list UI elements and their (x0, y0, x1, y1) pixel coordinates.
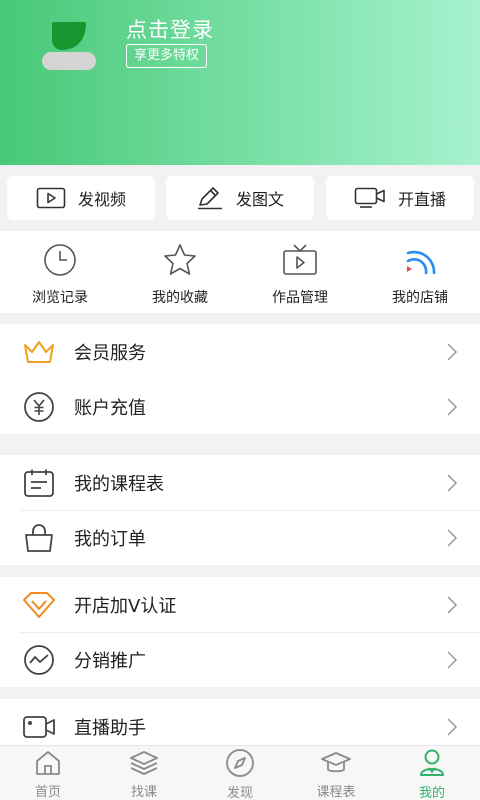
live-camera-icon (354, 187, 385, 208)
profile-screen: 点击登录 享更多特权 发视频 发图文 开直播 浏览记录 我的收藏 作品管理 我的… (0, 0, 480, 800)
chevron-right-icon (447, 596, 458, 614)
menu-group-account: 会员服务 账户充值 (0, 324, 480, 434)
shortcut-store-label: 我的店铺 (392, 290, 448, 306)
tab-find-course[interactable]: 找课 (96, 748, 192, 800)
menu-recharge-label: 账户充值 (74, 397, 146, 419)
privilege-badge[interactable]: 享更多特权 (126, 44, 208, 68)
shopping-bag-icon (25, 524, 53, 552)
bottom-tab-bar: 首页 找课 发现 课程表 我的 (0, 745, 480, 800)
tab-home[interactable]: 首页 (0, 748, 96, 800)
menu-live-assistant[interactable]: 直播助手 (0, 699, 480, 745)
post-article-button[interactable]: 发图文 (166, 176, 314, 220)
diamond-v-icon (23, 592, 55, 618)
chevron-right-icon (447, 474, 458, 492)
pen-icon (197, 187, 222, 210)
shortcut-favorites[interactable]: 我的收藏 (120, 241, 240, 309)
trend-chart-icon (24, 645, 54, 675)
menu-recharge[interactable]: 账户充值 (0, 379, 480, 434)
menu-v-certify-label: 开店加V认证 (74, 595, 177, 617)
clock-icon (44, 244, 76, 276)
shortcut-grid: 浏览记录 我的收藏 作品管理 我的店铺 (0, 231, 480, 313)
menu-orders-label: 我的订单 (74, 528, 146, 550)
graduation-cap-icon (321, 751, 351, 772)
avatar[interactable] (40, 20, 100, 74)
star-icon (164, 244, 196, 275)
shortcut-history-label: 浏览记录 (32, 290, 88, 306)
compass-icon (226, 749, 254, 777)
video-camera-icon (23, 716, 55, 738)
menu-v-certify[interactable]: 开店加V认证 (0, 577, 480, 632)
shortcut-works[interactable]: 作品管理 (240, 241, 360, 309)
menu-membership[interactable]: 会员服务 (0, 324, 480, 379)
user-icon (420, 749, 444, 776)
menu-live-assistant-label: 直播助手 (74, 717, 146, 739)
post-video-button[interactable]: 发视频 (7, 176, 155, 220)
yen-coin-icon (24, 392, 54, 422)
shortcut-store[interactable]: 我的店铺 (360, 241, 480, 309)
calendar-icon (24, 469, 54, 497)
login-title[interactable]: 点击登录 (126, 14, 214, 44)
post-video-label: 发视频 (77, 190, 126, 209)
tab-find-course-label: 找课 (130, 785, 157, 800)
quick-actions: 发视频 发图文 开直播 (0, 165, 480, 231)
menu-distribution[interactable]: 分销推广 (0, 632, 480, 687)
menu-schedule-label: 我的课程表 (74, 473, 164, 495)
avatar-icon (42, 22, 96, 70)
shortcut-favorites-label: 我的收藏 (152, 290, 208, 306)
menu-group-learning: 我的课程表 我的订单 (0, 455, 480, 565)
chevron-right-icon (447, 651, 458, 669)
tab-home-label: 首页 (34, 785, 61, 800)
menu-membership-label: 会员服务 (74, 342, 146, 364)
shortcut-works-label: 作品管理 (272, 290, 328, 306)
chevron-right-icon (447, 343, 458, 361)
chevron-right-icon (447, 718, 458, 736)
menu-schedule[interactable]: 我的课程表 (0, 455, 480, 510)
shortcut-history[interactable]: 浏览记录 (0, 241, 120, 309)
profile-header: 点击登录 享更多特权 (0, 0, 480, 165)
menu-group-live: 直播助手 (0, 699, 480, 745)
crown-icon (24, 341, 54, 363)
menu-orders[interactable]: 我的订单 (0, 510, 480, 565)
tab-discover-label: 发现 (226, 786, 253, 800)
tv-icon (283, 244, 317, 275)
video-play-icon (36, 187, 66, 209)
menu-group-business: 开店加V认证 分销推广 (0, 577, 480, 687)
tab-mine[interactable]: 我的 (384, 748, 480, 800)
layers-icon (130, 750, 158, 775)
post-article-label: 发图文 (235, 190, 284, 209)
signal-icon (406, 250, 436, 275)
start-live-label: 开直播 (397, 190, 446, 209)
chevron-right-icon (447, 529, 458, 547)
tab-schedule-label: 课程表 (316, 785, 356, 800)
menu-distribution-label: 分销推广 (74, 650, 146, 672)
start-live-button[interactable]: 开直播 (326, 176, 474, 220)
tab-schedule[interactable]: 课程表 (288, 748, 384, 800)
tab-mine-label: 我的 (418, 786, 445, 800)
tab-discover[interactable]: 发现 (192, 748, 288, 800)
home-icon (36, 750, 60, 775)
chevron-right-icon (447, 398, 458, 416)
